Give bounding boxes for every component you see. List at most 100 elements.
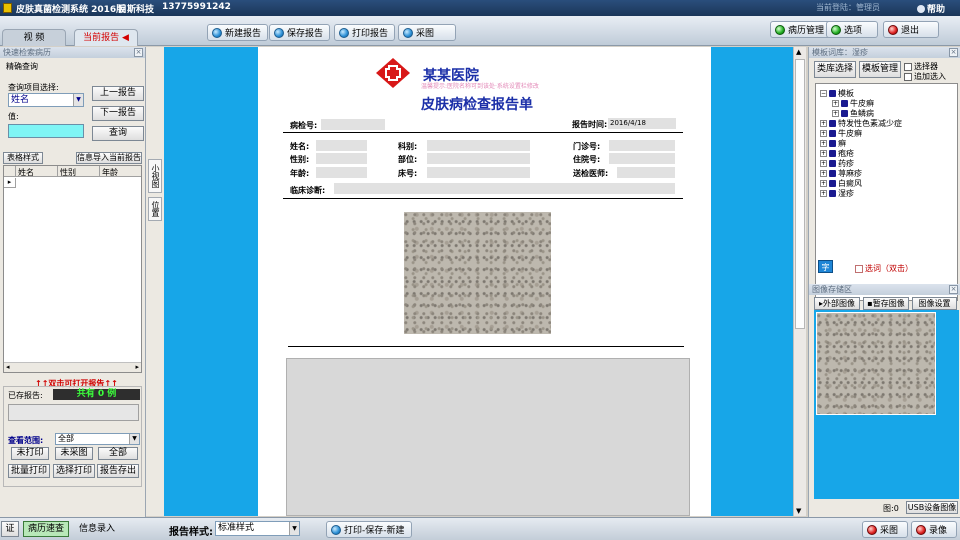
record-query-button[interactable]: 病历速查 <box>23 521 69 537</box>
book-icon <box>829 160 836 167</box>
external-image-button[interactable]: ▸外部图像 <box>814 297 860 310</box>
login-info: 当前登陆：管理员 <box>816 3 880 12</box>
clinic-no-field[interactable] <box>609 140 675 151</box>
dept-field[interactable] <box>427 140 530 151</box>
chevron-down-icon: ▼ <box>129 434 139 444</box>
clinic-no-label: 门诊号: <box>573 142 601 151</box>
info-entry-button[interactable]: 信息录入 <box>74 521 120 537</box>
exit-button[interactable]: 退出 <box>883 21 939 38</box>
template-manage-button[interactable]: 模板管理 <box>859 61 901 78</box>
report-time-field[interactable]: 2016/4/18 <box>608 118 676 129</box>
diagnosis-label: 临床诊断: <box>290 186 326 195</box>
close-icon[interactable]: × <box>134 48 143 57</box>
capture-button[interactable]: 采图 <box>398 24 456 41</box>
doctor-label: 送检医师: <box>573 169 609 178</box>
patient-table[interactable]: 姓名 性别 年龄 ▸ ◂ ▸ <box>3 165 142 373</box>
new-icon <box>212 27 222 38</box>
word-button[interactable]: 字 <box>818 260 833 273</box>
close-icon[interactable]: × <box>949 48 958 57</box>
records-manage-button[interactable]: 病历管理 <box>770 21 832 38</box>
close-icon[interactable]: × <box>949 285 958 294</box>
inpatient-no-label: 住院号: <box>573 155 601 164</box>
prev-report-button[interactable]: 上一报告 <box>92 86 144 101</box>
batch-print-button[interactable]: 批量打印 <box>8 464 50 478</box>
saved-reports-label: 已存报告: <box>8 391 43 400</box>
table-hscrollbar[interactable]: ◂ ▸ <box>4 362 141 372</box>
scroll-left-icon[interactable]: ◂ <box>6 363 10 371</box>
help-button[interactable]: 帮助 <box>917 2 945 15</box>
book-icon <box>829 170 836 177</box>
saved-report-field[interactable] <box>8 404 139 421</box>
save-icon <box>274 27 284 38</box>
site-field[interactable] <box>427 153 530 164</box>
image-settings-button[interactable]: 图像设置 <box>912 297 957 310</box>
chevron-down-icon: ▼ <box>289 522 299 535</box>
divider <box>283 198 683 199</box>
select-print-button[interactable]: 选择打印 <box>53 464 95 478</box>
exam-no-field[interactable] <box>321 119 385 130</box>
tree-node[interactable]: + 湿疹 <box>820 188 854 199</box>
tab-video[interactable]: 视 频 <box>2 29 66 46</box>
diagnosis-field[interactable] <box>334 183 675 194</box>
lib-select-button[interactable]: 类库选择 <box>814 61 856 78</box>
report-vscrollbar[interactable]: ▲ ▼ <box>793 47 806 516</box>
tab-current-report[interactable]: 当前报告 ◀ <box>74 29 138 46</box>
scroll-up-icon[interactable]: ▲ <box>796 48 801 56</box>
value-input[interactable] <box>8 124 84 138</box>
not-captured-button[interactable]: 未采图 <box>55 447 93 460</box>
record-video-button[interactable]: 录像 <box>911 521 957 538</box>
value-label: 值: <box>8 112 19 121</box>
report-style-select[interactable]: 标准样式 ▼ <box>215 521 300 536</box>
temp-image-button[interactable]: ▪暂存图像 <box>863 297 909 310</box>
micrograph-image[interactable] <box>404 212 551 334</box>
save-report-button[interactable]: 保存报告 <box>269 24 331 41</box>
book-icon <box>829 130 836 137</box>
side-tab-position[interactable]: 位置 <box>148 197 162 221</box>
title-bar: 皮肤真菌检测系统 2016版 目斯科技 13775991242 当前登陆：管理员… <box>0 0 960 16</box>
stored-image-thumbnail[interactable] <box>816 312 936 415</box>
exam-no-label: 病检号: <box>290 121 318 130</box>
query-button[interactable]: 查询 <box>92 126 144 141</box>
phone-number: 13775991242 <box>162 2 231 12</box>
age-field[interactable] <box>316 167 367 178</box>
name-field[interactable] <box>316 140 367 151</box>
all-button[interactable]: 全部 <box>98 447 138 460</box>
inpatient-no-field[interactable] <box>609 153 675 164</box>
scroll-right-icon[interactable]: ▸ <box>135 363 139 371</box>
select-dblclick-checkbox[interactable]: 选词（双击） <box>855 263 913 274</box>
book-icon <box>829 190 836 197</box>
right-panel: 模板词库：湿疹 × 类库选择 模板管理 选择器 追加选入 − 模板 + 牛皮癣 + 鱼鳞… <box>808 47 960 517</box>
print-icon <box>331 524 341 535</box>
sex-field[interactable] <box>316 153 367 164</box>
new-report-button[interactable]: 新建报告 <box>207 24 269 41</box>
append-checkbox[interactable]: 追加选入 <box>904 71 946 82</box>
next-report-button[interactable]: 下一报告 <box>92 106 144 121</box>
image-storage-area[interactable] <box>814 310 959 499</box>
scroll-thumb[interactable] <box>795 59 805 329</box>
capture-image-button[interactable]: 采图 <box>862 521 908 538</box>
scroll-down-icon[interactable]: ▼ <box>796 507 801 515</box>
side-tab-small-view[interactable]: 小视图 <box>148 159 162 193</box>
table-style-tab[interactable]: 表格样式 <box>3 152 43 164</box>
name-label: 姓名: <box>290 142 310 151</box>
export-reports-button[interactable]: 报告存出 <box>97 464 139 478</box>
query-item-select[interactable]: 姓名 ▼ <box>8 93 84 107</box>
view-range-select[interactable]: 全部 ▼ <box>55 433 140 445</box>
usb-image-button[interactable]: USB设备图像 <box>906 501 958 514</box>
bed-field[interactable] <box>427 167 530 178</box>
print-report-button[interactable]: 打印报告 <box>334 24 396 41</box>
options-button[interactable]: 选项 <box>826 21 878 38</box>
not-printed-button[interactable]: 未打印 <box>11 447 49 460</box>
records-icon <box>775 24 785 35</box>
cert-button[interactable]: 证 <box>1 521 19 537</box>
options-icon <box>831 24 841 35</box>
print-save-new-button[interactable]: 打印-保存-新建 <box>326 521 412 538</box>
sex-label: 性别: <box>290 155 310 164</box>
book-icon <box>841 100 848 107</box>
report-page: 某某医院 温馨提示:医院名称可到该处·系统设置栏修改 皮肤病检查报告单 病检号:… <box>258 47 711 516</box>
doctor-field[interactable] <box>617 167 675 178</box>
saved-count-display: 共有 0 例 <box>53 389 140 400</box>
import-info-button[interactable]: 信息导入当前报告 <box>76 152 142 164</box>
table-header: 姓名 性别 年龄 <box>4 166 141 177</box>
findings-text-area[interactable] <box>286 358 690 516</box>
